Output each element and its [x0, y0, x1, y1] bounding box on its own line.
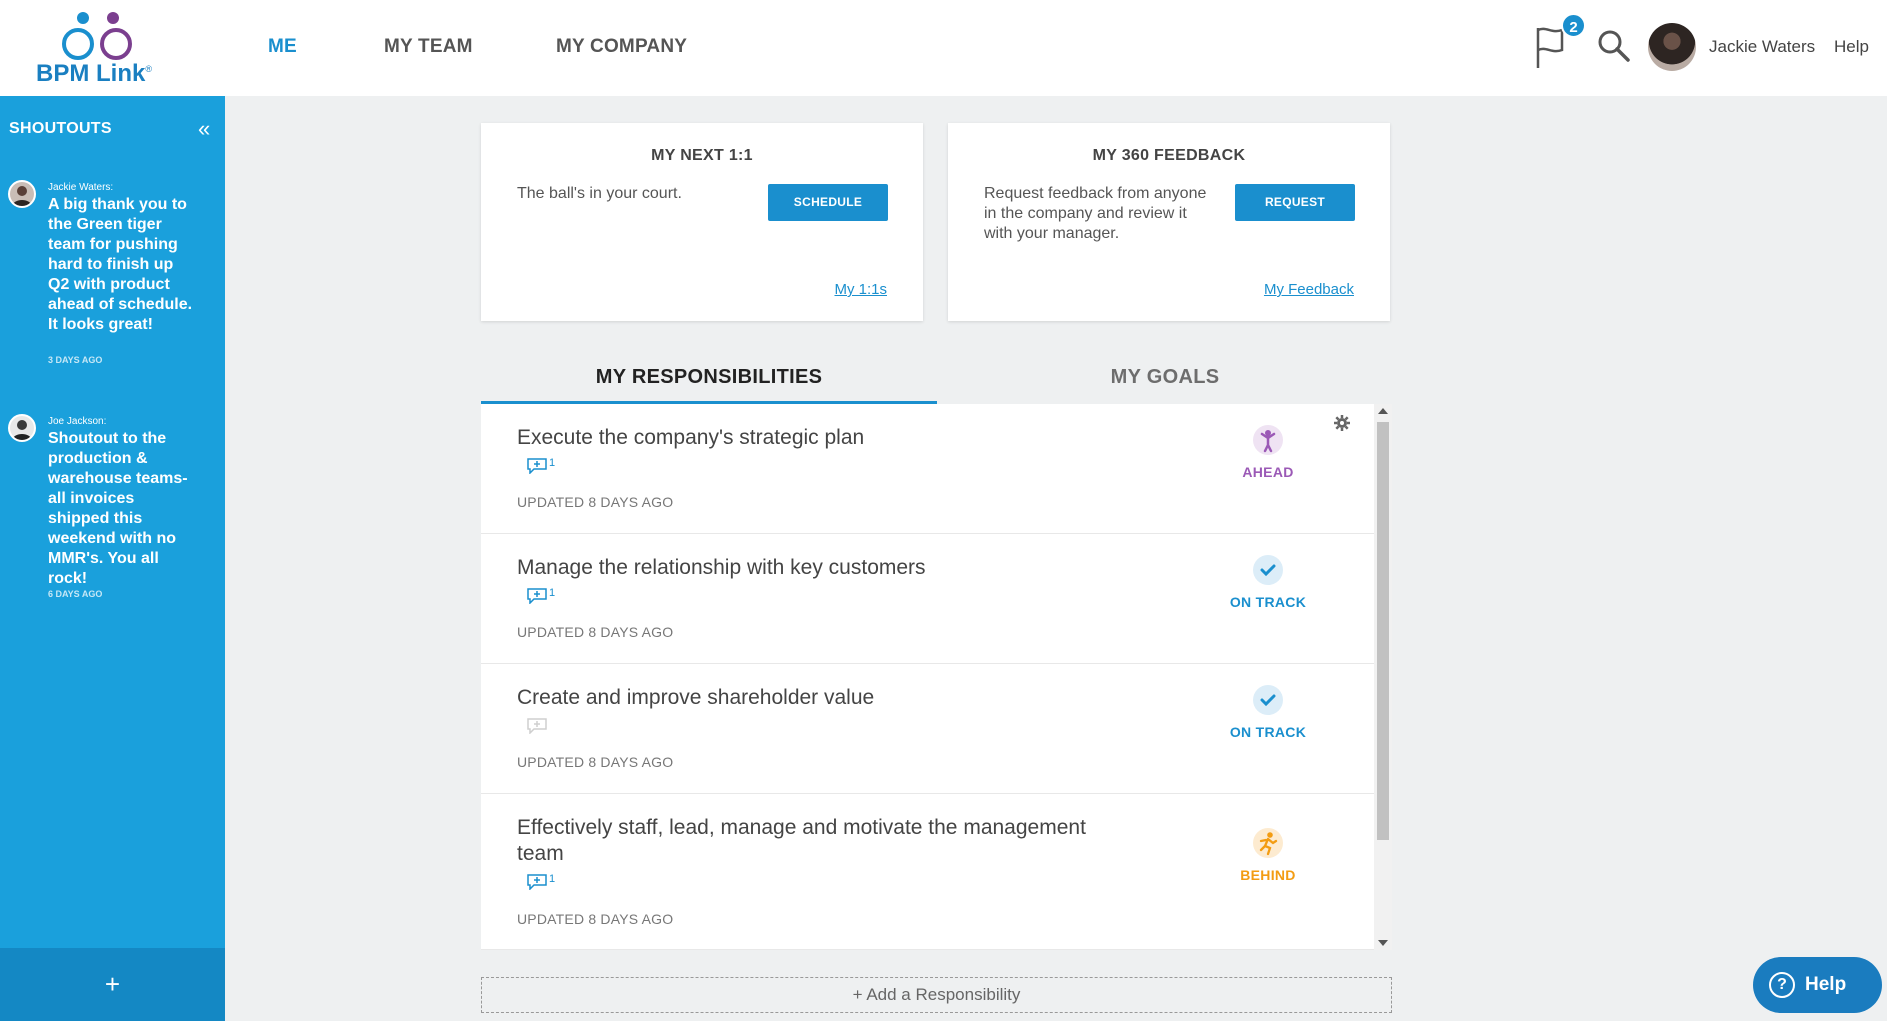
responsibility-title[interactable]: Effectively staff, lead, manage and moti…: [517, 815, 1137, 867]
scroll-up-arrow-icon[interactable]: [1378, 408, 1388, 414]
status-indicator[interactable]: ON TRACK: [1218, 555, 1318, 610]
logo-rings-icon: [62, 12, 132, 60]
updated-time: UPDATED 8 DAYS AGO: [517, 624, 674, 640]
scrollbar-thumb[interactable]: [1377, 422, 1389, 840]
notification-badge[interactable]: 2: [1561, 13, 1586, 38]
updated-time: UPDATED 8 DAYS AGO: [517, 754, 674, 770]
add-responsibility-button[interactable]: + Add a Responsibility: [481, 977, 1392, 1013]
responsibility-row[interactable]: Create and improve shareholder value UPD…: [481, 664, 1374, 794]
ahead-icon: [1253, 425, 1283, 455]
running-person-icon: [1253, 828, 1283, 858]
shoutout-author: Jackie Waters:: [48, 182, 114, 193]
user-name[interactable]: Jackie Waters: [1709, 37, 1815, 57]
tab-my-goals[interactable]: MY GOALS: [937, 352, 1393, 404]
responsibility-row[interactable]: Effectively staff, lead, manage and moti…: [481, 794, 1374, 950]
help-button-label: Help: [1805, 974, 1847, 995]
shoutout-message: A big thank you to the Green tiger team …: [48, 196, 193, 333]
tab-my-responsibilities[interactable]: MY RESPONSIBILITIES: [481, 352, 937, 404]
logo-text: BPM Link: [36, 60, 146, 87]
updated-time: UPDATED 8 DAYS AGO: [517, 911, 674, 927]
person-avatar-icon: [10, 182, 34, 206]
comments-button[interactable]: 1: [527, 587, 567, 605]
comment-icon: [527, 588, 547, 605]
nav-me[interactable]: ME: [268, 36, 297, 58]
search-icon[interactable]: [1596, 28, 1632, 64]
add-shoutout-button[interactable]: +: [0, 948, 225, 1021]
comments-button[interactable]: 1: [527, 873, 567, 891]
shoutout-item: Joe Jackson: Shoutout to the production …: [8, 414, 223, 614]
user-avatar[interactable]: [1648, 23, 1696, 71]
collapse-sidebar-icon[interactable]: «: [198, 116, 210, 142]
person-avatar-icon: [10, 416, 34, 440]
card-title: MY NEXT 1:1: [651, 147, 753, 164]
my-one-on-ones-link[interactable]: My 1:1s: [834, 281, 887, 298]
responsibility-title[interactable]: Create and improve shareholder value: [517, 685, 1137, 711]
request-button[interactable]: REQUEST: [1235, 184, 1355, 221]
card-title: MY 360 FEEDBACK: [1092, 147, 1246, 164]
my-feedback-link[interactable]: My Feedback: [1264, 281, 1354, 298]
check-icon: [1253, 555, 1283, 585]
sidebar-title: SHOUTOUTS: [9, 120, 112, 137]
shoutout-message: Shoutout to the production & warehouse t…: [48, 430, 188, 587]
card-description: The ball's in your court.: [517, 185, 682, 202]
comment-count: 1: [549, 873, 556, 885]
shoutout-item: Jackie Waters: A big thank you to the Gr…: [8, 180, 223, 380]
list-scrollbar[interactable]: [1374, 404, 1392, 950]
status-indicator[interactable]: AHEAD: [1218, 425, 1318, 480]
comment-icon: [527, 458, 547, 475]
shoutout-author: Joe Jackson:: [48, 416, 107, 427]
card-description: Request feedback from anyone in the comp…: [984, 185, 1207, 242]
comment-icon: [527, 874, 547, 891]
feedback-card: MY 360 FEEDBACK Request feedback from an…: [948, 123, 1390, 321]
help-link[interactable]: Help: [1834, 37, 1869, 57]
nav-my-team[interactable]: MY TEAM: [384, 36, 473, 58]
logo-registered-mark: ®: [145, 64, 152, 74]
question-icon: ?: [1769, 972, 1795, 998]
responsibility-title[interactable]: Execute the company's strategic plan: [517, 425, 1137, 451]
shoutouts-sidebar: SHOUTOUTS « Jackie Waters: A big thank y…: [0, 96, 225, 1021]
status-label: AHEAD: [1242, 464, 1294, 480]
comments-button[interactable]: 1: [527, 457, 567, 475]
comment-icon: [527, 718, 547, 735]
status-label: ON TRACK: [1229, 594, 1307, 610]
responsibility-row[interactable]: Execute the company's strategic plan 1 U…: [481, 404, 1374, 534]
help-button[interactable]: ? Help: [1753, 957, 1882, 1013]
scroll-down-arrow-icon[interactable]: [1378, 940, 1388, 946]
status-indicator[interactable]: BEHIND: [1218, 828, 1318, 883]
avatar: [8, 180, 36, 208]
responsibility-title[interactable]: Manage the relationship with key custome…: [517, 555, 1137, 581]
status-indicator[interactable]: ON TRACK: [1218, 685, 1318, 740]
responsibilities-list: Execute the company's strategic plan 1 U…: [481, 404, 1392, 950]
comment-count: 1: [549, 587, 556, 599]
check-icon: [1253, 685, 1283, 715]
comments-button[interactable]: [527, 718, 567, 735]
shoutout-time: 3 DAYS AGO: [48, 355, 103, 365]
schedule-button[interactable]: SCHEDULE: [768, 184, 888, 221]
status-label: ON TRACK: [1229, 724, 1307, 740]
updated-time: UPDATED 8 DAYS AGO: [517, 494, 674, 510]
comment-count: 1: [549, 457, 556, 469]
shoutout-time: 6 DAYS AGO: [48, 589, 103, 599]
status-label: BEHIND: [1240, 867, 1296, 883]
avatar: [8, 414, 36, 442]
nav-my-company[interactable]: MY COMPANY: [556, 36, 687, 58]
bpm-link-logo[interactable]: BPM Link®: [28, 8, 168, 88]
responsibility-row[interactable]: Manage the relationship with key custome…: [481, 534, 1374, 664]
top-header: BPM Link® ME MY TEAM MY COMPANY 2 Jackie…: [0, 0, 1887, 96]
next-one-on-one-card: MY NEXT 1:1 The ball's in your court. SC…: [481, 123, 923, 321]
